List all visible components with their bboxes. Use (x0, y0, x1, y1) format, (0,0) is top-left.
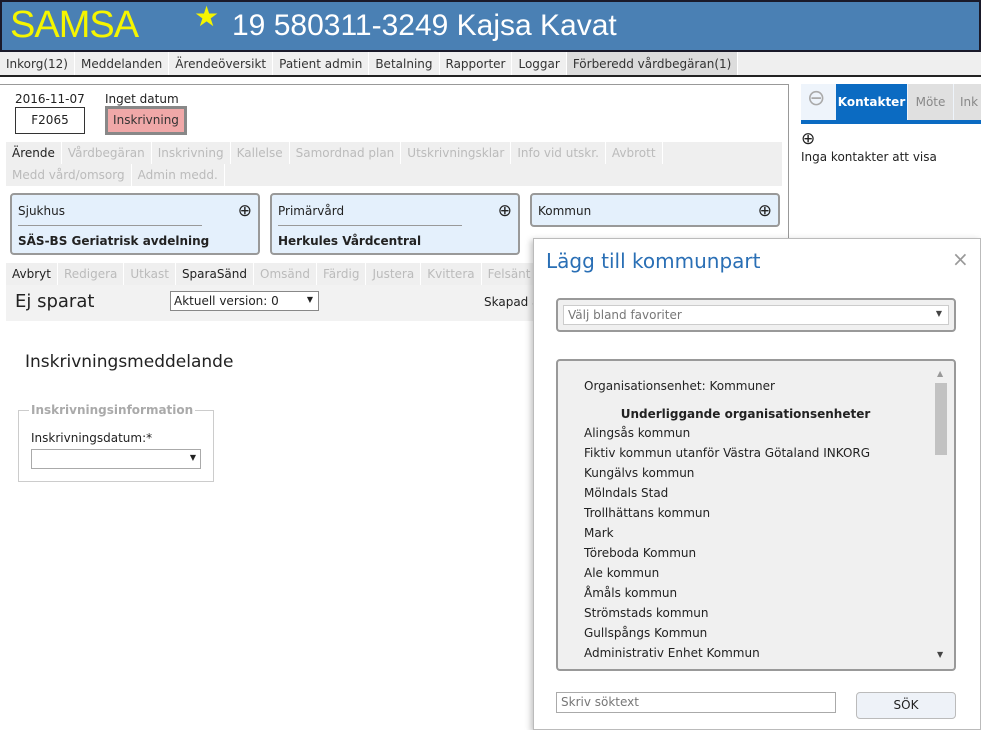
tab-item[interactable]: Samordnad plan (290, 142, 402, 164)
main-nav: Inkorg(12) Meddelanden Ärendeöversikt Patie… (0, 52, 981, 77)
tab-item[interactable]: Ärende (6, 142, 62, 164)
list-item[interactable]: Kungälvs kommun (558, 463, 933, 483)
nav-item[interactable]: Ärendeöversikt (169, 52, 274, 75)
list-item[interactable]: Mark (558, 523, 933, 543)
favorites-select[interactable]: Välj bland favoriter ▼ (563, 305, 949, 325)
add-kommunpart-dialog: Lägg till kommunpart × Välj bland favori… (533, 238, 981, 730)
card-kommun: Kommun ⊕ (530, 193, 780, 227)
document-title: Inskrivningsmeddelande (25, 352, 234, 372)
tab-item[interactable]: Admin medd. (132, 164, 225, 186)
nav-item[interactable]: Inkorg(12) (0, 52, 75, 75)
action-button[interactable]: SparaSänd (176, 263, 255, 285)
action-button[interactable]: Färdig (317, 263, 367, 285)
nav-item[interactable]: Meddelanden (75, 52, 170, 75)
logo: SAMSA (10, 4, 139, 46)
dialog-title: Lägg till kommunpart (546, 249, 761, 273)
card-label: Sjukhus (18, 204, 65, 218)
nav-item[interactable]: Patient admin (273, 52, 370, 75)
action-button[interactable]: Redigera (58, 263, 125, 285)
tab-mote[interactable]: Möte (908, 84, 953, 120)
list-item[interactable]: Administrativ Enhet Kommun (558, 643, 933, 663)
org-list: Organisationsenhet: Kommuner Underliggan… (556, 359, 956, 671)
list-item[interactable]: Trollhättans kommun (558, 503, 933, 523)
search-button[interactable]: SÖK (856, 692, 956, 719)
org-title: Organisationsenhet: Kommuner (584, 379, 775, 393)
case-id: F2065 (15, 107, 85, 134)
nav-item[interactable]: Loggar (512, 52, 567, 75)
action-bar: Avbryt Redigera Utkast SparaSänd Omsänd Färdi… (6, 263, 566, 285)
action-button[interactable]: Felsänt (482, 263, 538, 285)
chevron-down-icon: ▼ (189, 453, 196, 462)
tab-item[interactable]: Info vid utskr. (511, 142, 606, 164)
tab-item[interactable]: Kallelse (231, 142, 290, 164)
tab-item[interactable]: Medd vård/omsorg (6, 164, 132, 186)
list-item[interactable]: Alingsås kommun (558, 423, 933, 443)
sub-heading: Underliggande organisationsenheter (620, 407, 871, 421)
add-contact-icon[interactable]: ⊕ (801, 129, 815, 149)
created-label: Skapad a (484, 295, 540, 309)
tab-item[interactable]: Utskrivningsklar (401, 142, 512, 164)
action-button[interactable]: Avbryt (6, 263, 58, 285)
action-button[interactable]: Utkast (124, 263, 176, 285)
star-icon[interactable]: ★ (194, 0, 219, 33)
list-item[interactable]: Fiktiv kommun utanför Västra Götaland IN… (558, 443, 933, 463)
nav-item[interactable]: Rapporter (440, 52, 513, 75)
tab-item[interactable]: Vårdbegäran (62, 142, 152, 164)
favorites-wrap: Välj bland favoriter ▼ (556, 298, 956, 332)
tab-kontakter[interactable]: Kontakter (836, 84, 907, 120)
close-icon[interactable]: × (952, 247, 969, 271)
status-date: Inget datum (105, 92, 179, 106)
fieldset: Inskrivningsinformation Inskrivningsdatu… (18, 403, 214, 482)
favorites-placeholder: Välj bland favoriter (568, 308, 682, 322)
card-label: Kommun (538, 204, 592, 218)
card-sjukhus: Sjukhus SÄS-BS Geriatrisk avdelning ⊕ (10, 193, 260, 255)
version-select[interactable]: Aktuell version: 0 ▼ (170, 291, 319, 311)
search-input[interactable]: Skriv söktext (556, 692, 836, 713)
field-label: Inskrivningsdatum:* (31, 431, 153, 445)
add-icon[interactable]: ⊕ (758, 201, 772, 221)
card-value: Herkules Vårdcentral (278, 234, 422, 248)
date-field[interactable]: ▼ (31, 449, 201, 469)
card-primarvard: Primärvård Herkules Vårdcentral ⊕ (270, 193, 520, 255)
add-icon[interactable]: ⊕ (238, 201, 252, 221)
card-value: SÄS-BS Geriatrisk avdelning (18, 234, 210, 248)
list-item[interactable]: Strömstads kommun (558, 603, 933, 623)
search-placeholder: Skriv söktext (561, 695, 639, 709)
case-date: 2016-11-07 (15, 92, 85, 106)
case-tabs: Ärende Vårdbegäran Inskrivning Kallelse Samo… (6, 142, 782, 186)
nav-item[interactable]: Förberedd vårdbegäran(1) (566, 52, 739, 75)
action-button[interactable]: Omsänd (254, 263, 317, 285)
list-item[interactable]: Åmåls kommun (558, 583, 933, 603)
save-state: Ej sparat (15, 291, 95, 312)
list-item[interactable]: Mölndals Stad (558, 483, 933, 503)
empty-contacts: Inga kontakter att visa (801, 150, 937, 164)
chevron-down-icon: ▼ (935, 309, 942, 318)
list-item[interactable]: Töreboda Kommun (558, 543, 933, 563)
action-button[interactable]: Kvittera (421, 263, 482, 285)
tab-item[interactable]: Inskrivning (152, 142, 231, 164)
status-badge[interactable]: Inskrivning (105, 106, 187, 135)
nav-item[interactable]: Betalning (369, 52, 440, 75)
app-header: SAMSA ★ 19 580311-3249 Kajsa Kavat (0, 0, 981, 52)
list-item[interactable]: Ale kommun (558, 563, 933, 583)
version-value: Aktuell version: 0 (174, 294, 279, 308)
card-label: Primärvård (278, 204, 345, 218)
fieldset-legend: Inskrivningsinformation (29, 403, 196, 417)
add-icon[interactable]: ⊕ (498, 201, 512, 221)
patient-title: 19 580311-3249 Kajsa Kavat (232, 9, 617, 42)
tab-item[interactable]: Avbrott (606, 142, 663, 164)
back-icon[interactable]: ⊖ (807, 86, 825, 111)
list-item[interactable]: Gullspångs Kommun (558, 623, 933, 643)
right-tabs: ⊖ Kontakter Möte Ink (801, 84, 981, 124)
chevron-down-icon: ▼ (306, 295, 313, 304)
scrollbar[interactable]: ▲ ▼ (934, 369, 948, 659)
tab-ink[interactable]: Ink (954, 84, 981, 120)
action-button[interactable]: Justera (366, 263, 422, 285)
